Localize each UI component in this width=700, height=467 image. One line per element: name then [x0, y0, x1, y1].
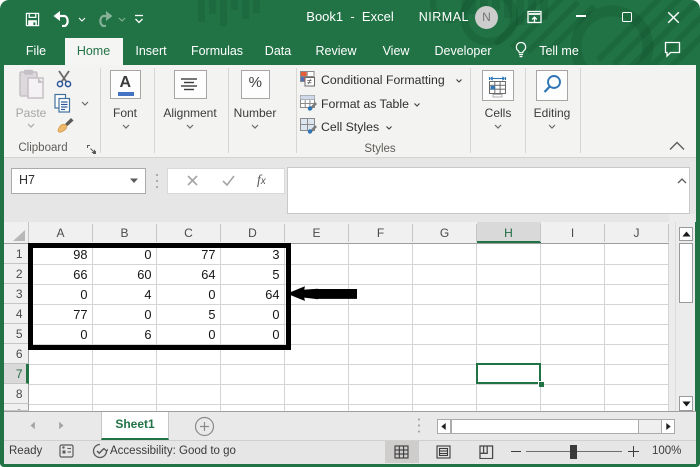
svg-text:≠: ≠ [307, 77, 312, 87]
